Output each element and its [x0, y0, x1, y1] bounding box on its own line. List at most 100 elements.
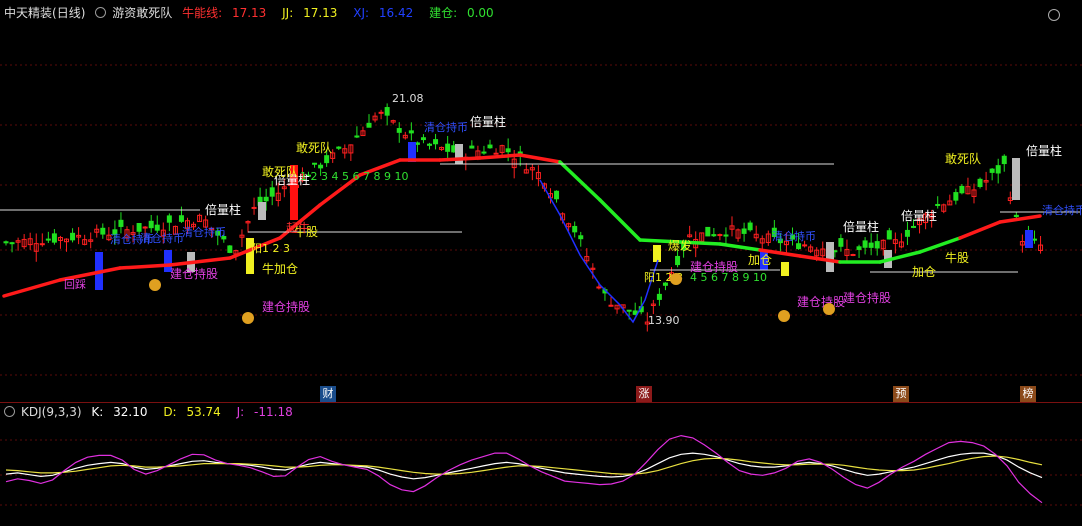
bao-fa-label: 爆发	[668, 238, 692, 253]
candle-body	[70, 232, 76, 241]
candle-body	[469, 145, 475, 149]
candle-body	[118, 219, 124, 227]
candle-body	[711, 234, 717, 237]
candle-body	[505, 148, 511, 153]
candle-body	[408, 130, 414, 134]
candle-body	[178, 215, 184, 222]
candle-body	[705, 226, 711, 237]
bull-energy-line	[998, 214, 1042, 224]
bei-liang-zhu-label: 倍量柱	[1026, 143, 1062, 158]
candle-body	[935, 203, 941, 206]
candle-body	[148, 220, 154, 229]
count-seq-label-2: 4 5 6 7 8 9 10	[690, 271, 767, 284]
candle-body	[626, 309, 632, 312]
bull-energy-line	[2, 278, 62, 298]
gan-si-dui-label: 敢死队	[296, 140, 332, 155]
jian-cang-label: 建仓持股	[797, 294, 845, 309]
candle-body	[1001, 155, 1007, 165]
candle-body	[977, 178, 983, 187]
candle-body	[227, 245, 233, 253]
bei-liang-zhu-label: 倍量柱	[843, 219, 879, 234]
qi-niu-label: 起牛	[286, 220, 310, 235]
candle-body	[1013, 214, 1019, 218]
bull-energy-line	[558, 160, 602, 202]
candle-body	[868, 242, 874, 248]
gan-si-dui-label: 敢死队	[262, 164, 298, 179]
candle-body	[251, 206, 257, 209]
candle-body	[100, 227, 106, 235]
candle-body	[608, 304, 614, 307]
gan-si-dui-label: 敢死队	[945, 151, 981, 166]
qing-cang-label: 清仓持币	[424, 120, 468, 134]
bull-energy-line	[438, 156, 482, 162]
jia-cang-label: 加仓	[748, 253, 772, 267]
highlight-bar	[781, 262, 789, 276]
candle-body	[493, 152, 499, 155]
bull-energy-line	[598, 198, 642, 242]
candle-body	[886, 230, 892, 240]
candle-body	[481, 151, 487, 154]
highlight-bar	[258, 202, 266, 220]
candle-body	[838, 238, 844, 247]
candle-body	[850, 254, 856, 257]
jian-cang-label: 建仓持股	[843, 290, 891, 305]
candle-body	[263, 196, 269, 202]
count-seq-label: 1 2 3 4 5 6 7 8 9 10	[300, 170, 408, 183]
bull-energy-line	[718, 242, 762, 252]
bull-energy-line	[958, 220, 1002, 240]
jian-cang-label: 建仓持股	[170, 266, 218, 281]
candle-body	[596, 286, 602, 289]
yang-count-label: 阳1 2 3	[251, 242, 290, 255]
candle-body	[427, 143, 432, 146]
candle-body	[154, 224, 160, 231]
qing-cang-label: 清仓持币	[140, 231, 184, 245]
candle-body	[959, 185, 965, 194]
niu-jia-cang-label: 牛加仓	[262, 261, 298, 276]
qing-cang-label: 清仓持币	[1042, 203, 1082, 217]
candle-body	[51, 233, 57, 243]
money-bag-icon	[823, 303, 835, 315]
candle-body	[45, 238, 51, 241]
qing-cang-label: 清仓持币	[772, 229, 816, 243]
candle-body	[366, 122, 372, 128]
candle-body	[396, 128, 402, 133]
bull-energy-line	[168, 256, 232, 267]
kdj-j-line	[5, 434, 1043, 504]
candle-body	[312, 162, 318, 165]
candle-body	[378, 111, 384, 114]
money-bag-icon	[670, 273, 682, 285]
candle-body	[269, 187, 275, 197]
candle-body	[324, 155, 330, 164]
candle-body	[904, 229, 910, 237]
candle-body	[741, 228, 747, 234]
hui-cai-label: 回踩	[64, 278, 86, 291]
bei-liang-zhu-label: 倍量柱	[470, 114, 506, 129]
candle-body	[796, 243, 802, 250]
candle-body	[3, 241, 9, 244]
money-bag-icon	[778, 310, 790, 322]
qing-cang-label: 清仓持币	[182, 225, 226, 239]
niu-gu-label: 牛股	[945, 250, 969, 265]
candle-body	[989, 168, 995, 173]
money-bag-icon	[242, 312, 254, 324]
candle-body	[572, 225, 578, 233]
candle-body	[336, 146, 342, 149]
candle-body	[675, 255, 681, 266]
jia-cang-label: 加仓	[912, 265, 936, 279]
candle-body	[723, 234, 729, 237]
candle-body	[166, 215, 172, 223]
price-chart[interactable]: 21.0813.90倍量柱倍量柱倍量柱倍量柱倍量柱倍量柱清仓持币清仓持币清仓持币…	[0, 0, 1082, 526]
candle-body	[856, 246, 862, 250]
candle-body	[911, 225, 916, 228]
candle-body	[995, 165, 1001, 174]
highlight-bar	[455, 144, 463, 164]
bull-energy-line	[118, 263, 172, 270]
bei-liang-zhu-label: 倍量柱	[901, 208, 937, 223]
bei-liang-zhu-label: 倍量柱	[205, 202, 241, 217]
candle-body	[354, 135, 360, 138]
candle-body	[433, 139, 439, 145]
candle-body	[717, 234, 723, 237]
candle-body	[1032, 238, 1037, 241]
highlight-bar	[1025, 230, 1033, 248]
low-price-label: 13.90	[648, 314, 680, 327]
